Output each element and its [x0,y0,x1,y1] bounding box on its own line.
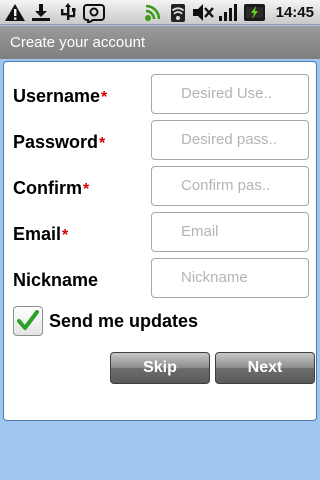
confirm-label: Confirm* [13,178,90,198]
confirm-password-field[interactable]: Confirm pas.. [151,166,309,206]
signal-icon [143,3,165,27]
warning-icon [4,3,26,27]
required-marker: * [83,181,90,198]
password-field[interactable]: Desired pass.. [151,120,309,160]
required-marker: * [62,227,69,244]
nickname-label: Nickname [13,270,99,290]
email-field[interactable]: Email [151,212,309,252]
battery-icon [243,3,267,27]
usb-icon [58,3,78,27]
email-label: Email* [13,224,69,244]
send-updates-checkbox[interactable] [13,306,43,336]
download-icon [30,3,52,27]
status-bar: 14:45 [0,0,320,25]
title-bar: Create your account [0,26,320,59]
checkmark-icon [17,310,39,330]
nickname-field[interactable]: Nickname [151,258,309,298]
cell-signal-icon [218,3,240,27]
send-updates-label: Send me updates [49,311,199,331]
wifi-icon [170,3,186,28]
skip-button[interactable]: Skip [110,352,210,384]
username-field[interactable]: Desired Use.. [151,74,309,114]
required-marker: * [99,135,106,152]
required-marker: * [101,89,108,106]
next-button[interactable]: Next [215,352,315,384]
mute-icon [192,3,214,27]
account-form: Username* Desired Use.. Password* Desire… [3,61,317,421]
page-title: Create your account [10,34,146,51]
username-label: Username* [13,86,108,106]
clock: 14:45 [275,4,314,21]
voicemail-icon [83,3,105,28]
password-label: Password* [13,132,106,152]
